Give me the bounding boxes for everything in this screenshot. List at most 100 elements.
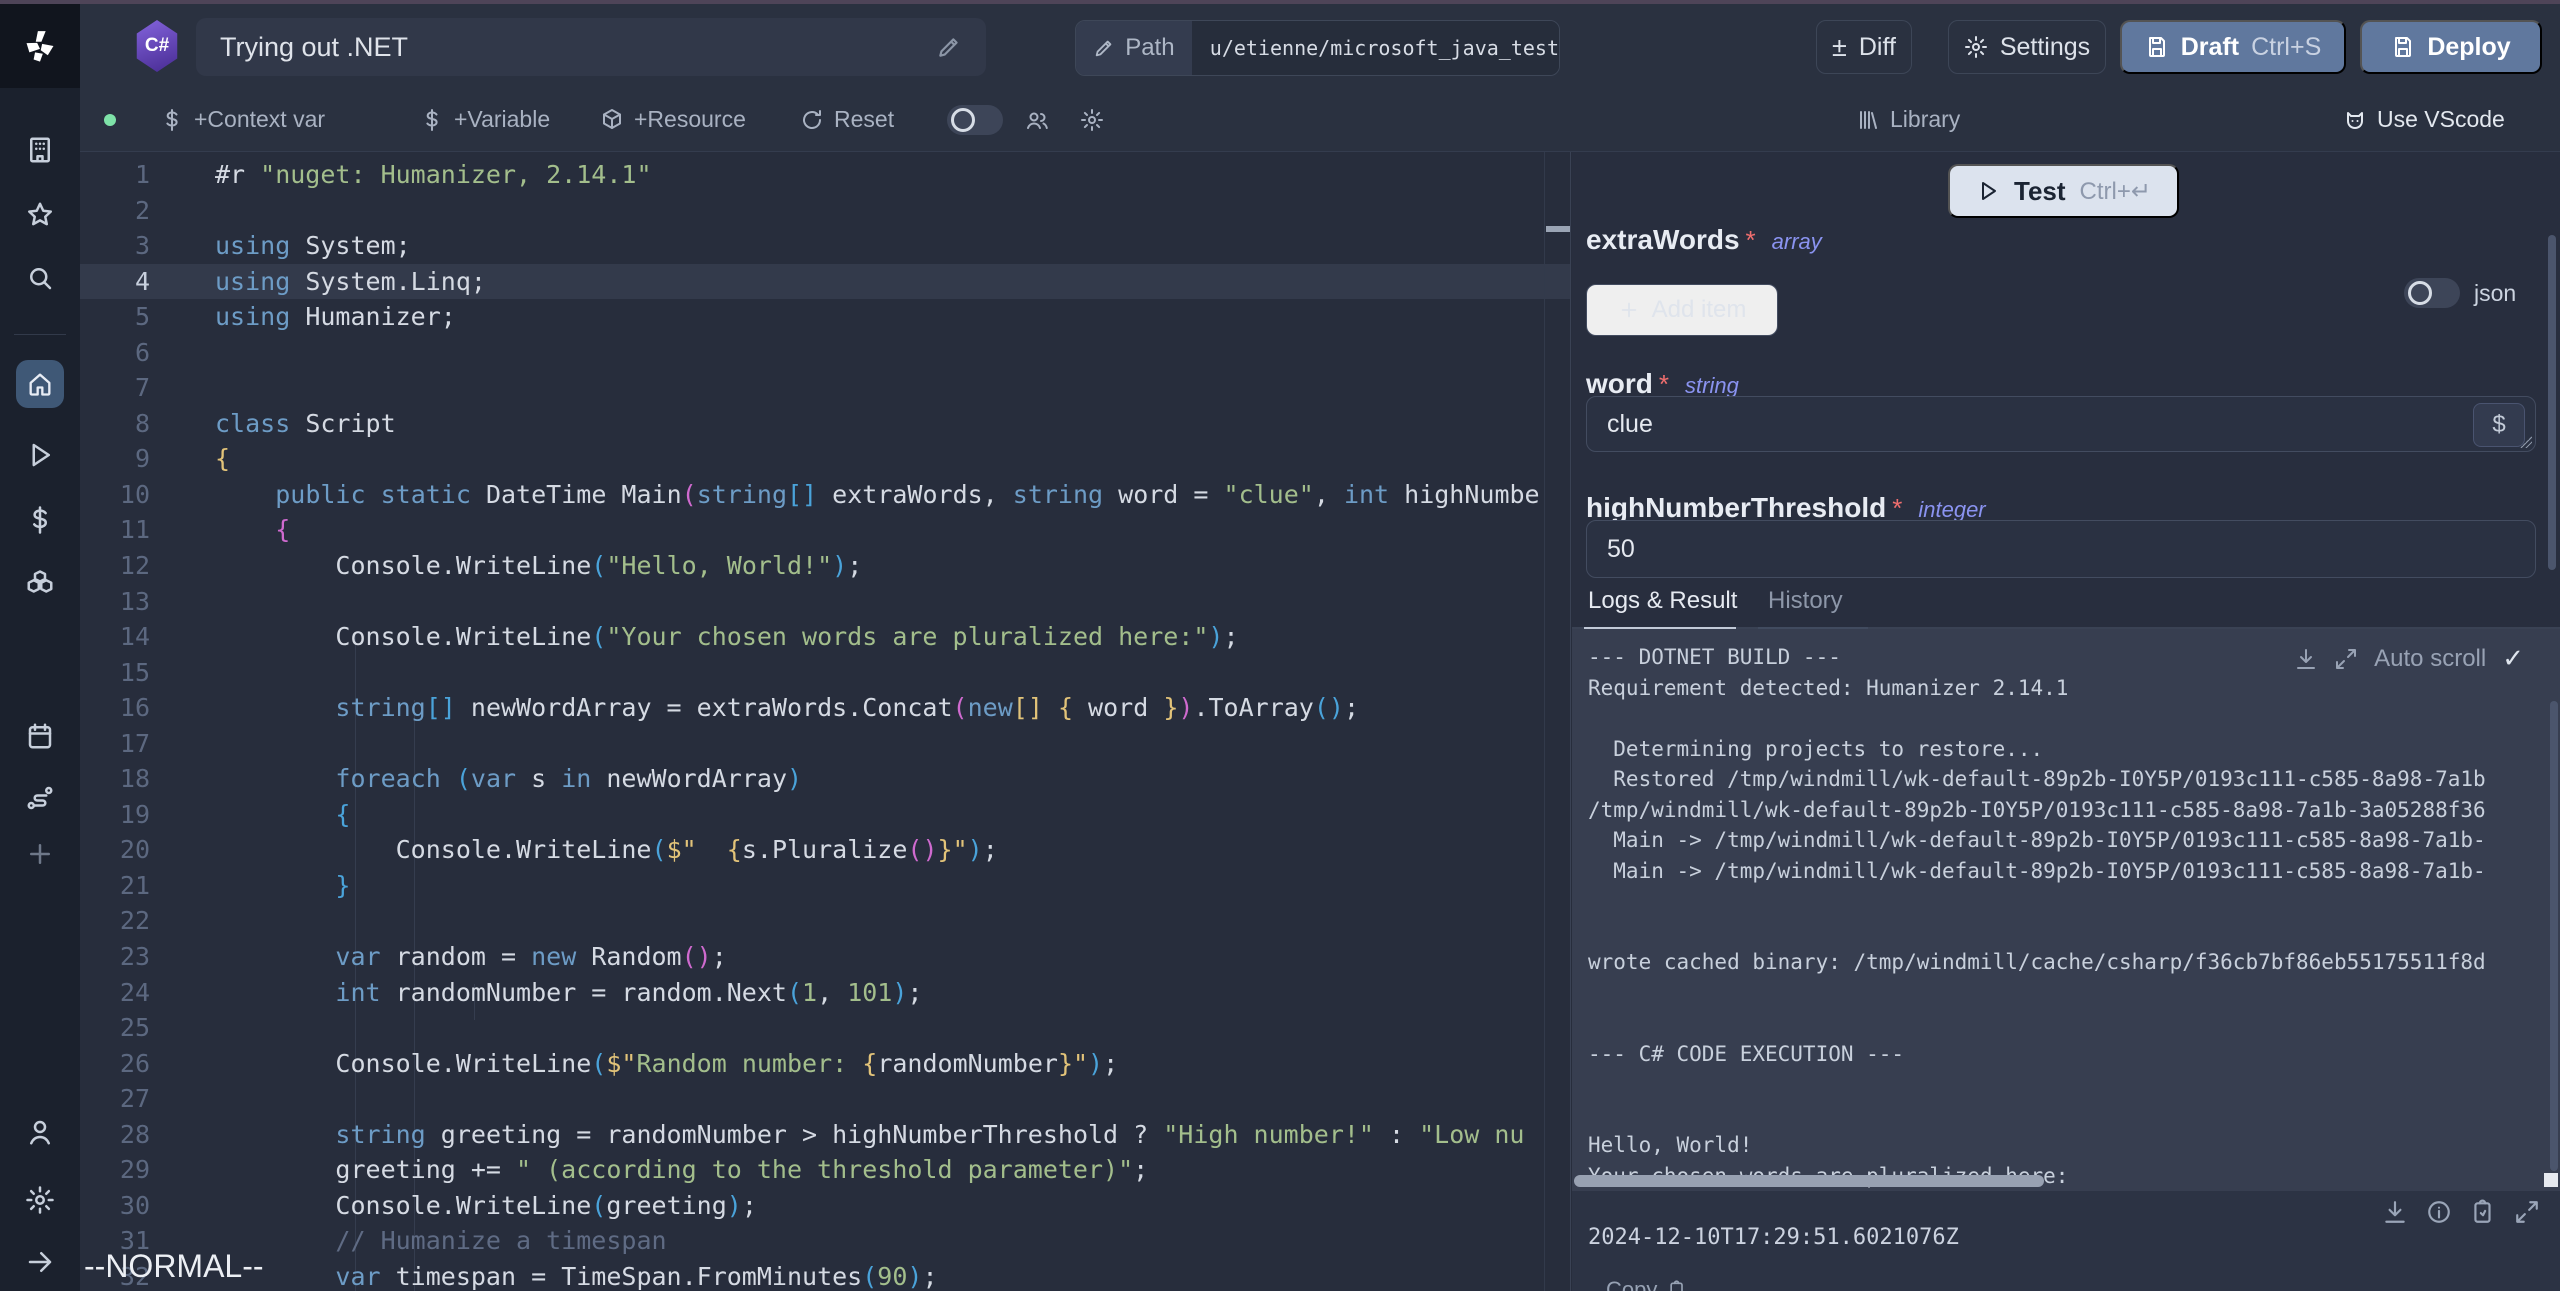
code-text: } bbox=[215, 868, 350, 904]
code-text: using System.Linq; bbox=[215, 264, 486, 300]
sidebar-item-account[interactable] bbox=[0, 1108, 80, 1156]
sidebar-item-schedules[interactable] bbox=[0, 712, 80, 760]
sidebar-item-search[interactable] bbox=[0, 254, 80, 302]
code-line-3[interactable]: 3using System; bbox=[80, 228, 1570, 264]
settings-button[interactable]: Settings bbox=[1948, 20, 2106, 74]
sidebar-item-resources[interactable] bbox=[0, 560, 80, 608]
info-icon[interactable] bbox=[2426, 1199, 2452, 1225]
diff-button[interactable]: ± Diff bbox=[1816, 20, 1912, 74]
insert-variable-button[interactable]: $ bbox=[2473, 403, 2525, 447]
code-line-12[interactable]: 12 Console.WriteLine("Hello, World!"); bbox=[80, 548, 1570, 584]
code-line-29[interactable]: 29 greeting += " (according to the thres… bbox=[80, 1152, 1570, 1188]
code-line-26[interactable]: 26 Console.WriteLine($"Random number: {r… bbox=[80, 1046, 1570, 1082]
test-button[interactable]: Test Ctrl+↵ bbox=[1948, 164, 2179, 218]
draft-button[interactable]: Draft Ctrl+S bbox=[2120, 20, 2346, 74]
deploy-button[interactable]: Deploy bbox=[2360, 20, 2542, 74]
code-line-22[interactable]: 22 bbox=[80, 903, 1570, 939]
code-line-32[interactable]: 32 var timespan = TimeSpan.FromMinutes(9… bbox=[80, 1259, 1570, 1291]
code-line-15[interactable]: 15 bbox=[80, 655, 1570, 691]
code-line-8[interactable]: 8class Script bbox=[80, 406, 1570, 442]
windmill-logo[interactable] bbox=[0, 4, 80, 88]
code-line-25[interactable]: 25 bbox=[80, 1010, 1570, 1046]
script-title-input[interactable]: Trying out .NET bbox=[196, 18, 986, 76]
add-context-var-button[interactable]: +Context var bbox=[160, 88, 325, 151]
sidebar-item-create[interactable] bbox=[0, 830, 80, 878]
code-line-10[interactable]: 10 public static DateTime Main(string[] … bbox=[80, 477, 1570, 513]
code-text: { bbox=[215, 441, 230, 477]
expand-icon[interactable] bbox=[2514, 1199, 2540, 1225]
code-line-23[interactable]: 23 var random = new Random(); bbox=[80, 939, 1570, 975]
highNumberThreshold-input[interactable]: 50 bbox=[1586, 520, 2536, 578]
resize-handle[interactable] bbox=[2520, 436, 2532, 448]
expand-icon[interactable] bbox=[2334, 647, 2358, 671]
code-line-2[interactable]: 2 bbox=[80, 193, 1570, 229]
reset-button[interactable]: Reset bbox=[800, 88, 894, 151]
code-line-19[interactable]: 19 { bbox=[80, 797, 1570, 833]
code-line-1[interactable]: 1#r "nuget: Humanizer, 2.14.1" bbox=[80, 157, 1570, 193]
code-line-31[interactable]: 31 // Humanize a timespan bbox=[80, 1223, 1570, 1259]
json-toggle[interactable] bbox=[2404, 278, 2460, 308]
sidebar-item-home[interactable] bbox=[16, 360, 64, 408]
collaborators-button[interactable] bbox=[1025, 88, 1049, 151]
add-resource-button[interactable]: +Resource bbox=[600, 88, 746, 151]
code-line-28[interactable]: 28 string greeting = randomNumber > high… bbox=[80, 1117, 1570, 1153]
save-icon bbox=[2145, 35, 2169, 59]
library-button[interactable]: Library bbox=[1856, 88, 1960, 151]
code-line-7[interactable]: 7 bbox=[80, 370, 1570, 406]
code-editor[interactable]: 1#r "nuget: Humanizer, 2.14.1"23using Sy… bbox=[80, 152, 1571, 1291]
code-line-30[interactable]: 30 Console.WriteLine(greeting); bbox=[80, 1188, 1570, 1224]
sidebar-item-favorites[interactable] bbox=[0, 191, 80, 239]
sidebar-item-variables[interactable] bbox=[0, 496, 80, 544]
word-input[interactable]: clue $ bbox=[1586, 396, 2536, 452]
sidebar-item-runs[interactable] bbox=[0, 431, 80, 479]
code-line-4[interactable]: 4using System.Linq; bbox=[80, 264, 1570, 300]
code-line-21[interactable]: 21 } bbox=[80, 868, 1570, 904]
log-vertical-scrollbar[interactable] bbox=[2550, 701, 2558, 1171]
code-line-14[interactable]: 14 Console.WriteLine("Your chosen words … bbox=[80, 619, 1570, 655]
add-item-button[interactable]: Add item bbox=[1586, 284, 1778, 336]
sidebar-item-settings[interactable] bbox=[0, 1176, 80, 1224]
code-line-24[interactable]: 24 int randomNumber = random.Next(1, 101… bbox=[80, 975, 1570, 1011]
sidebar-item-flows[interactable] bbox=[0, 774, 80, 822]
scrollbar-corner bbox=[2544, 1173, 2558, 1187]
sidebar-item-workspace[interactable] bbox=[0, 126, 80, 174]
csharp-language-icon: C# bbox=[135, 20, 179, 72]
sidebar-item-expand[interactable] bbox=[0, 1238, 80, 1286]
code-line-18[interactable]: 18 foreach (var s in newWordArray) bbox=[80, 761, 1570, 797]
log-line bbox=[1588, 1103, 2486, 1134]
download-icon[interactable] bbox=[2294, 647, 2318, 671]
code-line-20[interactable]: 20 Console.WriteLine($" {s.Pluralize()}"… bbox=[80, 832, 1570, 868]
line-number: 7 bbox=[80, 370, 150, 406]
logs-output[interactable]: --- DOTNET BUILD ---Requirement detected… bbox=[1572, 629, 2560, 1191]
edit-title-pencil-icon[interactable] bbox=[936, 34, 962, 60]
code-line-13[interactable]: 13 bbox=[80, 584, 1570, 620]
gear-icon bbox=[1080, 108, 1104, 132]
copy-label: Copy bbox=[1606, 1277, 1657, 1291]
log-horizontal-scrollbar[interactable] bbox=[1574, 1175, 2044, 1187]
gear-icon bbox=[1964, 35, 1988, 59]
code-line-16[interactable]: 16 string[] newWordArray = extraWords.Co… bbox=[80, 690, 1570, 726]
path-field[interactable]: Path u/etienne/microsoft_java_test bbox=[1075, 20, 1560, 76]
panel-scrollbar[interactable] bbox=[2548, 235, 2556, 570]
code-line-11[interactable]: 11 { bbox=[80, 512, 1570, 548]
auto-scroll-checkbox[interactable]: ✓ bbox=[2502, 643, 2524, 674]
download-icon[interactable] bbox=[2382, 1199, 2408, 1225]
path-label: Path bbox=[1125, 34, 1174, 62]
tab-history[interactable]: History bbox=[1768, 587, 1843, 615]
tab-logs-and-result[interactable]: Logs & Result bbox=[1588, 587, 1737, 615]
code-line-9[interactable]: 9{ bbox=[80, 441, 1570, 477]
code-text: // Humanize a timespan bbox=[215, 1223, 667, 1259]
code-line-17[interactable]: 17 bbox=[80, 726, 1570, 762]
code-line-5[interactable]: 5using Humanizer; bbox=[80, 299, 1570, 335]
editor-settings-button[interactable] bbox=[1080, 88, 1104, 151]
path-chip[interactable]: Path bbox=[1076, 21, 1192, 75]
copy-result-button[interactable]: Copy bbox=[1606, 1277, 1687, 1291]
use-vscode-button[interactable]: Use VScode bbox=[2343, 88, 2505, 151]
code-line-6[interactable]: 6 bbox=[80, 335, 1570, 371]
clipboard-icon[interactable] bbox=[2470, 1199, 2496, 1225]
add-variable-button[interactable]: +Variable bbox=[420, 88, 550, 151]
diff-mode-toggle[interactable] bbox=[947, 105, 1003, 135]
code-line-27[interactable]: 27 bbox=[80, 1081, 1570, 1117]
editor-toolbar: +Context var +Variable +Resource Reset L… bbox=[80, 88, 2560, 152]
line-number: 18 bbox=[80, 761, 150, 797]
